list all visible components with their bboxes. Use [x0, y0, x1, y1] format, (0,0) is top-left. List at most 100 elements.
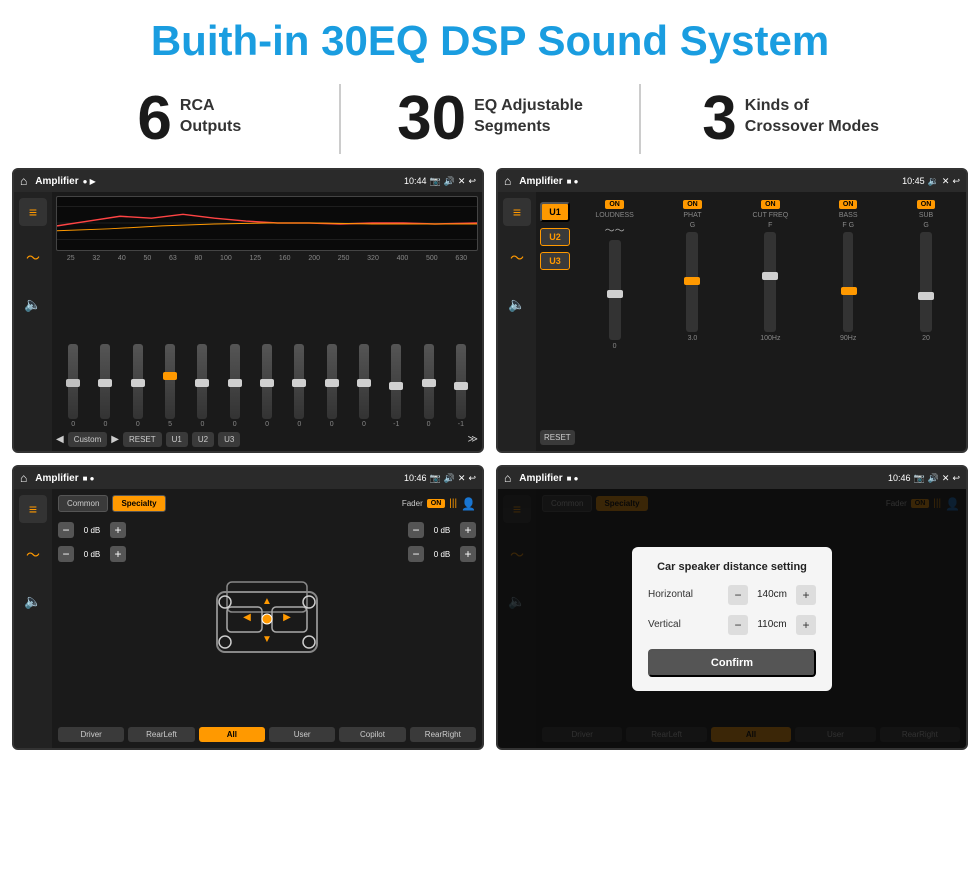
dialog-overlay: Car speaker distance setting Horizontal …: [498, 489, 966, 748]
fg-label: F G: [842, 222, 854, 229]
home-icon-1[interactable]: ⌂: [20, 174, 27, 188]
db-ctrl-rb: − 0 dB +: [408, 546, 476, 562]
slider-7[interactable]: 0: [252, 344, 282, 428]
vertical-minus[interactable]: −: [728, 615, 748, 635]
vertical-plus[interactable]: +: [796, 615, 816, 635]
slider-6[interactable]: 0: [220, 344, 250, 428]
slider-9[interactable]: 0: [317, 344, 347, 428]
cut-slider[interactable]: [764, 232, 776, 332]
side-icons-3: ≡ 〜 🔈: [14, 489, 52, 748]
copilot-btn[interactable]: Copilot: [339, 727, 405, 742]
speaker-icon[interactable]: 🔈: [19, 290, 47, 318]
slider-2[interactable]: 0: [90, 344, 120, 428]
back-icon-2[interactable]: ↩: [952, 176, 960, 187]
loudness-slider[interactable]: [609, 240, 621, 340]
minus-btn-rt[interactable]: −: [408, 522, 424, 538]
close-icon-3[interactable]: ✕: [458, 473, 466, 484]
home-icon-4[interactable]: ⌂: [504, 471, 511, 485]
loudness-label: LOUDNESS: [595, 212, 634, 219]
custom-button[interactable]: Custom: [68, 432, 108, 447]
slider-11[interactable]: -1: [381, 344, 411, 428]
dialog-title: Car speaker distance setting: [648, 561, 816, 573]
eq-icon[interactable]: ≡: [19, 198, 47, 226]
back-icon-1[interactable]: ↩: [468, 176, 476, 187]
home-icon-3[interactable]: ⌂: [20, 471, 27, 485]
close-icon-2[interactable]: ✕: [942, 176, 950, 187]
minus-btn-lb[interactable]: −: [58, 546, 74, 562]
stat-eq: 30 EQ AdjustableSegments: [361, 88, 620, 150]
plus-btn-rb[interactable]: +: [460, 546, 476, 562]
plus-btn-lb[interactable]: +: [110, 546, 126, 562]
eq-bottom-bar: ◀ Custom ▶ RESET U1 U2 U3 ≫: [56, 432, 478, 447]
amp-controls: ON LOUDNESS 〜〜 0 ON PHAT G: [579, 198, 962, 445]
vertical-label: Vertical: [648, 619, 681, 630]
back-icon-4[interactable]: ↩: [952, 473, 960, 484]
horizontal-value: 140cm: [752, 589, 792, 600]
confirm-button[interactable]: Confirm: [648, 649, 816, 677]
close-icon-1[interactable]: ✕: [458, 176, 466, 187]
on-badge-fader: ON: [427, 499, 446, 508]
minus-btn-lt[interactable]: −: [58, 522, 74, 538]
driver-btn[interactable]: Driver: [58, 727, 124, 742]
screen2-content: ≡ 〜 🔈 U1 U2 U3 RESET ON LOUDNESS: [498, 192, 966, 451]
plus-btn-lt[interactable]: +: [110, 522, 126, 538]
reset-button[interactable]: RESET: [123, 432, 162, 447]
u2-button[interactable]: U2: [192, 432, 214, 447]
wave-icon-2[interactable]: 〜: [503, 244, 531, 272]
vol-icon-1: 🔊: [444, 176, 455, 187]
slider-10[interactable]: 0: [349, 344, 379, 428]
ctrl-phat: ON PHAT G 3.0: [657, 200, 729, 342]
wave-icon-3[interactable]: 〜: [19, 541, 47, 569]
slider-8[interactable]: 0: [284, 344, 314, 428]
u1-button[interactable]: U1: [166, 432, 188, 447]
slider-1[interactable]: 0: [58, 344, 88, 428]
rear-right-btn[interactable]: RearRight: [410, 727, 476, 742]
eq-icon-3[interactable]: ≡: [19, 495, 47, 523]
g-label-2: G: [923, 222, 928, 229]
close-icon-4[interactable]: ✕: [942, 473, 950, 484]
wave-icon[interactable]: 〜: [19, 244, 47, 272]
speaker-icon-2[interactable]: 🔈: [503, 290, 531, 318]
speaker-icon-3[interactable]: 🔈: [19, 587, 47, 615]
preset-u1[interactable]: U1: [540, 202, 570, 222]
phat-slider[interactable]: [686, 232, 698, 332]
back-icon-3[interactable]: ↩: [468, 473, 476, 484]
bass-slider-f[interactable]: [843, 232, 853, 332]
user-btn[interactable]: User: [269, 727, 335, 742]
amp-presets: U1 U2 U3 RESET: [540, 202, 575, 445]
tab-specialty[interactable]: Specialty: [112, 495, 165, 512]
prev-button[interactable]: ◀: [56, 434, 64, 445]
slider-3[interactable]: 0: [123, 344, 153, 428]
rear-left-btn[interactable]: RearLeft: [128, 727, 194, 742]
eq-icon-2[interactable]: ≡: [503, 198, 531, 226]
ctrl-loudness: ON LOUDNESS 〜〜 0: [579, 200, 651, 350]
vol-icon-4: 🔊: [928, 473, 939, 484]
screen1-content: ≡ 〜 🔈: [14, 192, 482, 451]
tab-common[interactable]: Common: [58, 495, 108, 512]
preset-u3[interactable]: U3: [540, 252, 570, 270]
slider-4[interactable]: 5: [155, 344, 185, 428]
db-ctrl-rt: − 0 dB +: [408, 522, 476, 538]
minus-btn-rb[interactable]: −: [408, 546, 424, 562]
horizontal-minus[interactable]: −: [728, 585, 748, 605]
horizontal-plus[interactable]: +: [796, 585, 816, 605]
status-icons-1: 10:44 📷 🔊 ✕ ↩: [404, 176, 476, 187]
all-btn[interactable]: All: [199, 727, 265, 742]
u3-button[interactable]: U3: [218, 432, 240, 447]
plus-btn-rt[interactable]: +: [460, 522, 476, 538]
screen2-title: Amplifier: [519, 176, 562, 187]
slider-13[interactable]: -1: [446, 344, 476, 428]
screen3-title: Amplifier: [35, 473, 78, 484]
status-icons-3: 10:46 📷 🔊 ✕ ↩: [404, 473, 476, 484]
slider-12[interactable]: 0: [413, 344, 443, 428]
right-db-controls: − 0 dB + − 0 dB +: [408, 522, 476, 562]
reset-btn-amp[interactable]: RESET: [540, 430, 575, 445]
next-button[interactable]: ▶: [111, 434, 119, 445]
time-4: 10:46: [888, 473, 911, 483]
home-icon-2[interactable]: ⌂: [504, 174, 511, 188]
play-icon-1: ● ▶: [83, 177, 96, 186]
preset-u2[interactable]: U2: [540, 228, 570, 246]
slider-5[interactable]: 0: [187, 344, 217, 428]
on-badge-phat: ON: [683, 200, 702, 209]
sub-slider[interactable]: [920, 232, 932, 332]
